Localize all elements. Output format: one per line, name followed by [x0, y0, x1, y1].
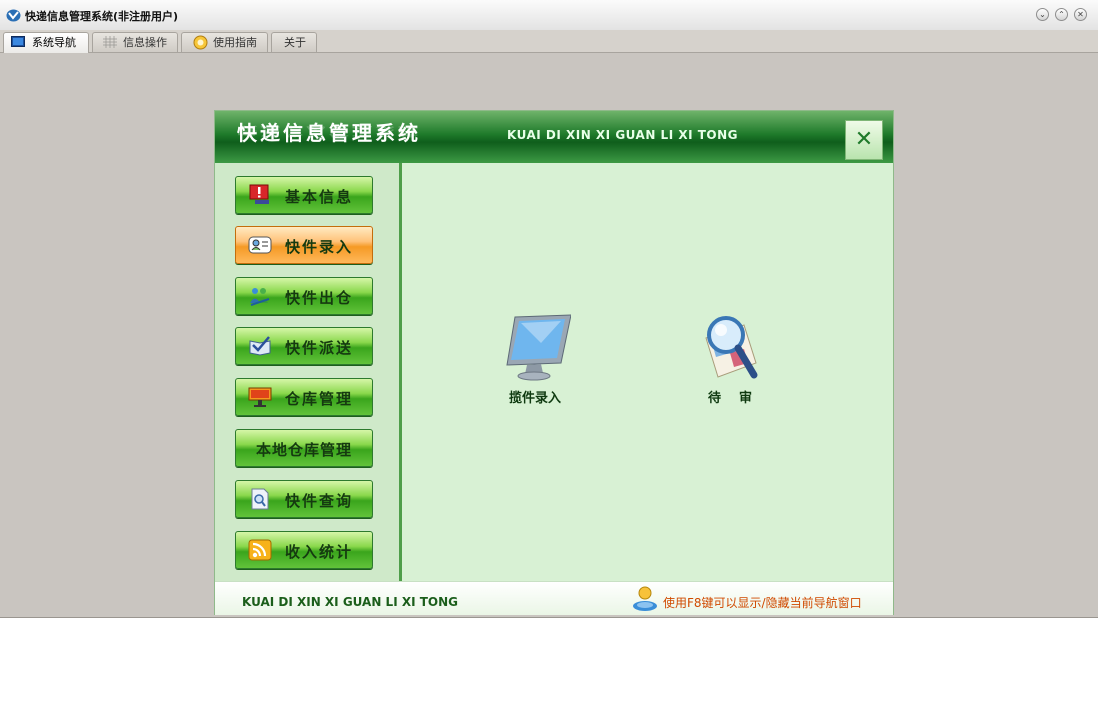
panel-subtitle: KUAI DI XIN XI GUAN LI XI TONG	[507, 128, 739, 142]
nav-label: 快件出仓	[285, 289, 354, 307]
tab-label: 信息操作	[123, 36, 167, 49]
tab-label: 系统导航	[32, 36, 76, 49]
close-button[interactable]: ✕	[1074, 8, 1087, 21]
nav-label: 基本信息	[285, 188, 354, 206]
tab-label: 使用指南	[213, 36, 257, 49]
panel-header: 快递信息管理系统 快递信息管理系统 KUAI DI XIN XI GUAN LI…	[215, 111, 893, 163]
monitor-icon	[506, 314, 571, 381]
tab-bar: 系统导航 信息操作 使用指南 关于	[0, 30, 1098, 53]
document-search-icon	[251, 488, 269, 510]
item-label: 待 审	[707, 391, 753, 406]
contact-card-icon	[248, 236, 272, 254]
nav-parcel-query-button[interactable]: 快件查询	[235, 480, 373, 518]
sidebar: 基本信息 快件录入 快件出仓 快件派送 仓库管理 本地仓库管理 快件查询 收入统…	[215, 163, 402, 581]
nav-parcel-outbound-button[interactable]: 快件出仓	[235, 277, 373, 315]
help-icon	[193, 35, 208, 50]
nav-income-stats-button[interactable]: 收入统计	[235, 531, 373, 569]
pending-review-item[interactable]: 待 审	[680, 313, 780, 408]
content-area: 揽件录入 待 审	[402, 163, 893, 581]
nav-label: 快件查询	[285, 492, 354, 510]
pickup-entry-item[interactable]: 揽件录入	[485, 313, 585, 408]
book-check-icon	[249, 336, 271, 356]
item-label: 揽件录入	[508, 391, 561, 406]
restore-button[interactable]: ⌃	[1055, 8, 1068, 21]
tab-user-guide[interactable]: 使用指南	[181, 32, 268, 52]
alert-screen-icon	[249, 184, 269, 204]
title-bar: 快递信息管理系统(非注册用户) ⌄ ⌃ ✕	[0, 0, 1098, 31]
tab-about[interactable]: 关于	[271, 32, 317, 52]
presentation-icon	[248, 387, 272, 407]
people-arrow-icon	[250, 288, 270, 306]
grid-icon	[103, 36, 117, 48]
close-icon: ✕	[854, 127, 874, 152]
nav-label: 快件录入	[285, 238, 354, 256]
window-title: 快递信息管理系统(非注册用户)	[25, 10, 179, 23]
nav-label: 仓库管理	[285, 390, 354, 408]
app-window: 快递信息管理系统(非注册用户) ⌄ ⌃ ✕ 系统导航 信息操作 使用指南 关于 …	[0, 0, 1098, 618]
tab-label: 关于	[284, 36, 306, 49]
nav-parcel-entry-button[interactable]: 快件录入	[235, 226, 373, 264]
monitor-icon	[11, 36, 25, 47]
nav-label: 快件派送	[285, 339, 354, 357]
nav-label: 本地仓库管理	[255, 441, 352, 459]
rss-icon	[248, 539, 272, 561]
user-hint-icon	[633, 586, 657, 611]
nav-local-warehouse-button[interactable]: 本地仓库管理	[235, 429, 373, 467]
app-logo-icon	[6, 9, 21, 22]
navigation-panel: 快递信息管理系统 快递信息管理系统 KUAI DI XIN XI GUAN LI…	[214, 110, 894, 615]
panel-footer: KUAI DI XIN XI GUAN LI XI TONG 使用F8键可以显示…	[215, 581, 893, 615]
panel-close-button[interactable]: ✕	[845, 120, 883, 160]
nav-parcel-delivery-button[interactable]: 快件派送	[235, 327, 373, 365]
chevron-up-icon: ⌃	[1058, 10, 1065, 19]
nav-label: 收入统计	[285, 543, 354, 561]
chevron-down-icon: ⌄	[1039, 10, 1046, 19]
tab-info-ops[interactable]: 信息操作	[92, 32, 178, 52]
nav-basic-info-button[interactable]: 基本信息	[235, 176, 373, 214]
tab-system-nav[interactable]: 系统导航	[3, 32, 89, 53]
minimize-button[interactable]: ⌄	[1036, 8, 1049, 21]
footer-pinyin: KUAI DI XIN XI GUAN LI XI TONG	[242, 595, 459, 609]
panel-title-reflection: 快递信息管理系统	[237, 124, 421, 139]
nav-warehouse-mgmt-button[interactable]: 仓库管理	[235, 378, 373, 416]
magnifier-icon	[705, 316, 758, 379]
footer-hint: 使用F8键可以显示/隐藏当前导航窗口	[663, 596, 862, 610]
close-icon: ✕	[1077, 10, 1084, 19]
